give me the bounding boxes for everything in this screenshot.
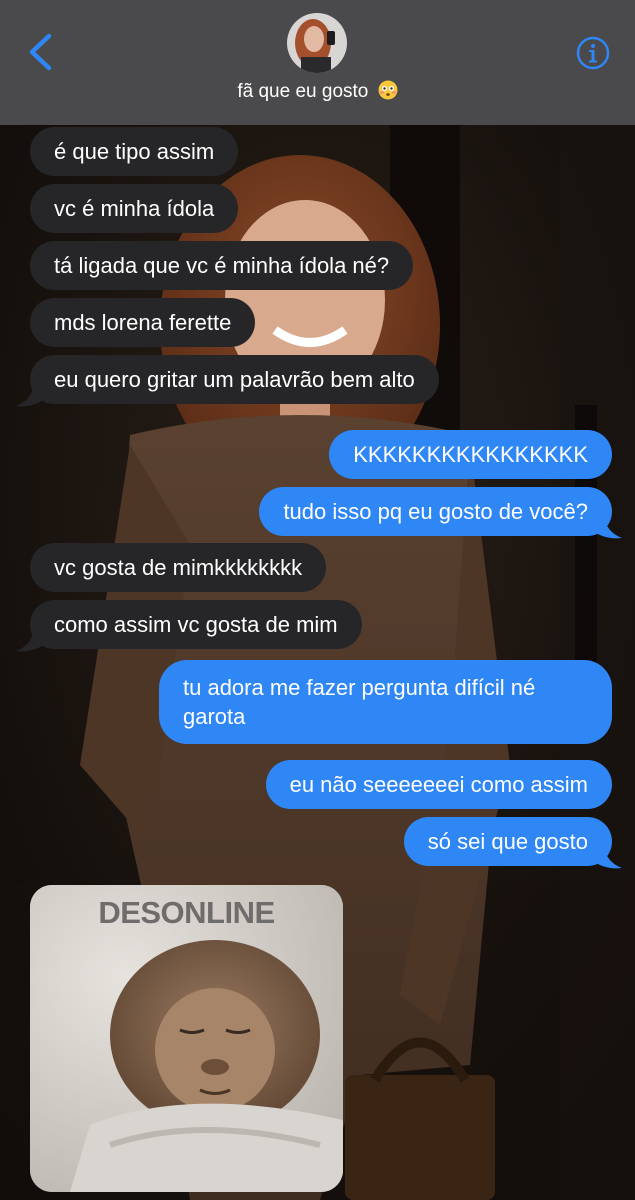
chat-screen: fã que eu gosto é que tipo assim vc é mi… <box>0 0 635 1200</box>
sticker-message[interactable]: DESONLINE <box>30 885 343 1192</box>
sticker-caption: DESONLINE <box>98 895 275 930</box>
message-text: é que tipo assim <box>54 139 215 164</box>
message-text: só sei que gosto <box>427 829 588 854</box>
message-text: tudo isso pq eu gosto de você? <box>283 499 588 524</box>
bubble-tail <box>592 846 622 869</box>
message-received[interactable]: vc gosta de mimkkkkkkkk <box>30 543 327 592</box>
message-text: vc é minha ídola <box>54 196 215 221</box>
message-received[interactable]: tá ligada que vc é minha ídola né? <box>30 241 414 290</box>
message-sent[interactable]: tu adora me fazer pergunta difícil né ga… <box>159 660 612 744</box>
message-sent[interactable]: eu não seeeeeeei como assim <box>265 760 612 809</box>
message-received[interactable]: como assim vc gosta de mim <box>30 600 362 649</box>
contact-name-label: fã que eu gosto <box>237 81 369 102</box>
message-sent[interactable]: KKKKKKKKKKKKKKKK <box>329 430 612 479</box>
bubble-tail <box>592 516 622 539</box>
message-text: eu quero gritar um palavrão bem alto <box>54 367 415 392</box>
message-received[interactable]: vc é minha ídola <box>30 184 239 233</box>
message-text: mds lorena ferette <box>54 310 232 335</box>
info-button[interactable] <box>576 36 610 70</box>
contact-avatar[interactable] <box>287 13 347 73</box>
conversation-header: fã que eu gosto <box>0 0 635 125</box>
message-text: como assim vc gosta de mim <box>54 612 338 637</box>
bubble-tail <box>16 384 46 407</box>
chevron-left-icon <box>29 33 52 71</box>
message-text: tu adora me fazer pergunta difícil né ga… <box>183 675 536 729</box>
flushed-face-emoji-icon <box>378 80 398 100</box>
bubble-tail <box>16 629 46 652</box>
message-received[interactable]: eu quero gritar um palavrão bem alto <box>30 355 439 404</box>
info-icon <box>576 36 610 70</box>
message-sent[interactable]: tudo isso pq eu gosto de você? <box>259 487 612 536</box>
message-received[interactable]: mds lorena ferette <box>30 298 256 347</box>
message-text: vc gosta de mimkkkkkkkk <box>54 555 303 580</box>
message-text: KKKKKKKKKKKKKKKK <box>353 442 588 467</box>
message-text: tá ligada que vc é minha ídola né? <box>54 253 390 278</box>
message-text: eu não seeeeeeei como assim <box>289 772 588 797</box>
back-button[interactable] <box>22 30 62 74</box>
message-received[interactable]: é que tipo assim <box>30 127 239 176</box>
message-sent[interactable]: só sei que gosto <box>403 817 612 866</box>
contact-name-button[interactable]: fã que eu gosto <box>0 80 635 103</box>
sleeping-monkey-image <box>30 885 343 1192</box>
